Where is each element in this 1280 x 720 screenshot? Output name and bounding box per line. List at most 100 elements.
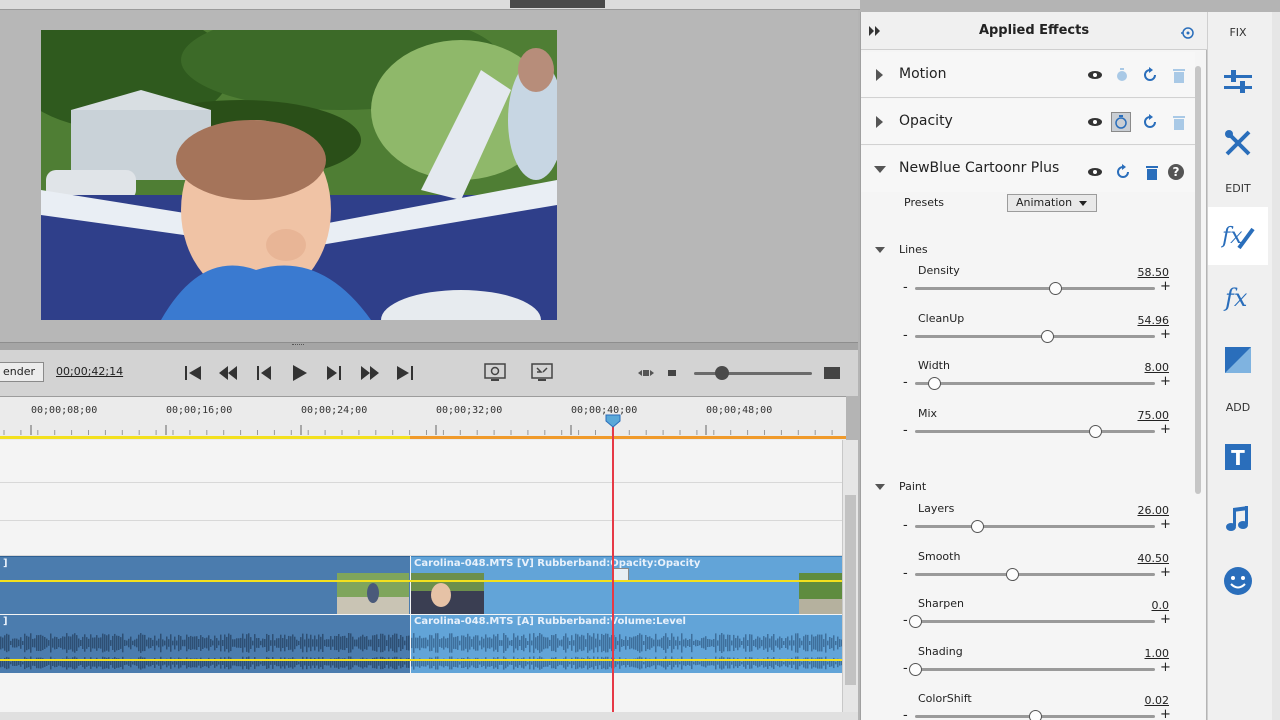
step-back-icon[interactable] xyxy=(252,361,276,385)
effect-row-opacity[interactable]: Opacity xyxy=(861,99,1195,145)
audio-clip-right[interactable]: Carolina-048.MTS [A] Rubberband:Volume:L… xyxy=(411,615,842,673)
zoom-out-icon[interactable] xyxy=(660,361,684,385)
increment-icon[interactable]: + xyxy=(1160,327,1171,342)
render-settings-icon[interactable] xyxy=(483,361,507,385)
increment-icon[interactable]: + xyxy=(1160,422,1171,437)
fullscreen-icon[interactable] xyxy=(530,361,554,385)
fit-timeline-icon[interactable] xyxy=(634,361,658,385)
param-slider[interactable] xyxy=(915,520,1155,533)
increment-icon[interactable]: + xyxy=(1160,279,1171,294)
stopwatch-icon[interactable] xyxy=(1111,112,1131,132)
param-value[interactable]: 0.02 xyxy=(1101,694,1170,707)
video-clip-right[interactable]: Carolina-048.MTS [V] Rubberband:Opacity:… xyxy=(411,556,842,614)
effects-icon[interactable]: fx xyxy=(1220,280,1256,316)
eye-icon[interactable] xyxy=(1085,65,1105,85)
collapse-arrow-icon[interactable] xyxy=(875,484,885,490)
effect-row-newblue-cartoonr[interactable]: NewBlue Cartoonr Plus ? xyxy=(861,146,1195,192)
audio-clip-left[interactable]: ] xyxy=(0,615,410,673)
param-slider[interactable] xyxy=(909,662,1155,676)
music-icon[interactable] xyxy=(1220,501,1256,537)
slider-knob[interactable] xyxy=(1049,282,1063,295)
slider-knob[interactable] xyxy=(971,520,985,533)
decrement-icon[interactable]: - xyxy=(903,708,908,720)
param-value[interactable]: 8.00 xyxy=(1101,361,1170,374)
render-button[interactable]: ender xyxy=(0,362,44,382)
decrement-icon[interactable]: - xyxy=(903,566,908,581)
decrement-icon[interactable]: - xyxy=(903,518,908,533)
increment-icon[interactable]: + xyxy=(1160,565,1171,580)
panel-splitter[interactable] xyxy=(0,342,858,350)
increment-icon[interactable]: + xyxy=(1160,612,1171,627)
rewind-icon[interactable] xyxy=(216,361,240,385)
help-icon[interactable]: ? xyxy=(1166,162,1186,182)
top-tab[interactable] xyxy=(510,0,605,8)
param-value[interactable]: 1.00 xyxy=(1101,647,1170,660)
transitions-icon[interactable] xyxy=(1220,342,1256,378)
zoom-slider[interactable] xyxy=(694,372,812,375)
decrement-icon[interactable]: - xyxy=(903,423,908,438)
go-to-end-icon[interactable] xyxy=(393,361,417,385)
playhead-handle-icon[interactable] xyxy=(605,414,621,428)
splitter-grip[interactable] xyxy=(292,344,304,347)
zoom-slider-knob[interactable] xyxy=(715,366,729,380)
adjust-sliders-icon[interactable] xyxy=(1220,64,1256,100)
titles-icon[interactable]: T xyxy=(1220,439,1256,475)
slider-knob[interactable] xyxy=(1041,329,1054,343)
keyframe-toggle-icon[interactable] xyxy=(1179,24,1195,40)
param-slider[interactable] xyxy=(915,282,1155,295)
increment-icon[interactable]: + xyxy=(1160,517,1171,532)
decrement-icon[interactable]: - xyxy=(903,613,908,628)
param-slider[interactable] xyxy=(909,615,1155,628)
increment-icon[interactable]: + xyxy=(1160,374,1171,389)
param-value[interactable]: 54.96 xyxy=(1101,314,1170,327)
tools-icon[interactable] xyxy=(1220,125,1256,161)
decrement-icon[interactable]: - xyxy=(903,375,908,390)
graphics-smiley-icon[interactable] xyxy=(1220,563,1256,599)
volume-rubberband[interactable] xyxy=(0,659,842,661)
timeline-vertical-scrollbar[interactable] xyxy=(842,440,858,712)
increment-icon[interactable]: + xyxy=(1160,707,1171,720)
param-value[interactable]: 40.50 xyxy=(1101,552,1170,565)
reset-icon[interactable] xyxy=(1140,112,1160,132)
applied-effects-icon[interactable]: fx xyxy=(1220,218,1256,254)
zoom-in-icon[interactable] xyxy=(820,361,844,385)
timeline-horizontal-scrollbar[interactable] xyxy=(0,712,858,720)
reset-icon[interactable] xyxy=(1140,65,1160,85)
effects-scrollbar[interactable] xyxy=(1195,66,1201,494)
param-slider[interactable] xyxy=(915,377,1155,390)
go-to-start-icon[interactable] xyxy=(181,361,205,385)
sidebar-scrollbar[interactable] xyxy=(1272,12,1280,720)
eye-icon[interactable] xyxy=(1085,112,1105,132)
fast-forward-icon[interactable] xyxy=(358,361,382,385)
play-icon[interactable] xyxy=(287,361,311,385)
param-slider[interactable] xyxy=(915,329,1155,343)
reset-icon[interactable] xyxy=(1113,162,1133,182)
timeline-tracks[interactable]: ] Carolina-048.MTS [V] Rubberband:Opacit… xyxy=(0,440,842,712)
playhead-line[interactable] xyxy=(612,420,614,712)
slider-knob[interactable] xyxy=(1089,424,1102,438)
current-timecode[interactable]: 00;00;42;14 xyxy=(56,365,123,378)
section-lines[interactable]: Lines xyxy=(875,243,928,256)
scrollbar-thumb[interactable] xyxy=(845,495,856,685)
section-paint[interactable]: Paint xyxy=(875,480,926,493)
trash-icon[interactable] xyxy=(1169,112,1189,132)
slider-knob[interactable] xyxy=(1029,710,1042,720)
opacity-rubberband[interactable] xyxy=(0,580,842,582)
increment-icon[interactable]: + xyxy=(1160,660,1171,675)
param-slider[interactable] xyxy=(915,424,1155,438)
param-slider[interactable] xyxy=(915,710,1155,720)
step-forward-icon[interactable] xyxy=(322,361,346,385)
collapse-arrow-icon[interactable] xyxy=(875,247,885,253)
param-value[interactable]: 26.00 xyxy=(1101,504,1170,517)
timeline-ruler[interactable]: 00;00;08;00 00;00;16;00 00;00;24;00 00;0… xyxy=(0,396,846,440)
param-value[interactable]: 75.00 xyxy=(1101,409,1170,422)
decrement-icon[interactable]: - xyxy=(903,661,908,676)
presets-dropdown[interactable]: Animation xyxy=(1007,194,1097,212)
stopwatch-icon[interactable] xyxy=(1112,65,1132,85)
param-value[interactable]: 58.50 xyxy=(1101,266,1170,279)
slider-knob[interactable] xyxy=(909,615,922,628)
video-clip-left[interactable]: ] xyxy=(0,556,410,614)
param-slider[interactable] xyxy=(915,567,1155,581)
slider-knob[interactable] xyxy=(909,662,922,676)
trash-icon[interactable] xyxy=(1169,65,1189,85)
